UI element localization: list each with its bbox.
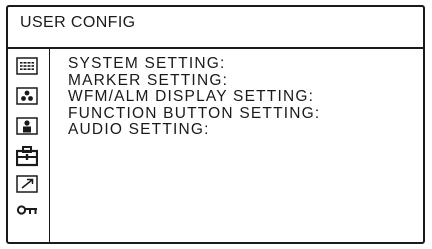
- menu-item-audio-setting[interactable]: AUDIO SETTING:: [68, 121, 320, 139]
- menu-item-system-setting[interactable]: SYSTEM SETTING:: [68, 55, 320, 73]
- person-icon[interactable]: [16, 117, 38, 135]
- menu-item-function-button-setting[interactable]: FUNCTION BUTTON SETTING:: [68, 105, 320, 123]
- key-icon[interactable]: [16, 201, 38, 219]
- page-title: USER CONFIG: [20, 14, 136, 31]
- menu-item-wfm-alm-display-setting[interactable]: WFM/ALM DISPLAY SETTING:: [68, 88, 320, 106]
- toolbox-icon[interactable]: [16, 145, 38, 167]
- paint-icon[interactable]: [16, 87, 38, 105]
- title-divider: [8, 47, 423, 49]
- user-config-panel: USER CONFIG SYSTEM SETTING: MARKER SETTI…: [6, 5, 425, 244]
- menu-item-marker-setting[interactable]: MARKER SETTING:: [68, 72, 320, 90]
- sidebar: [8, 49, 50, 242]
- file-arrow-icon[interactable]: [16, 175, 38, 193]
- camera-setting-icon[interactable]: [16, 57, 38, 75]
- menu-list: SYSTEM SETTING: MARKER SETTING: WFM/ALM …: [68, 55, 320, 139]
